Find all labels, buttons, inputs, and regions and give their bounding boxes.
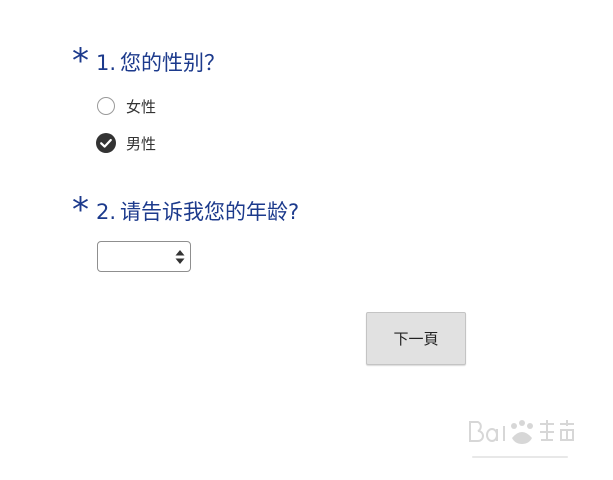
option-male[interactable]: 男性	[96, 131, 156, 155]
option-male-label[interactable]: 男性	[126, 133, 156, 154]
question-1-number: 1.	[96, 51, 117, 75]
question-2-number: 2.	[96, 200, 117, 224]
required-asterisk: *	[72, 41, 89, 81]
option-female[interactable]: 女性	[97, 94, 156, 118]
question-1-text: 您的性别？	[120, 51, 226, 75]
required-asterisk: *	[72, 190, 89, 230]
radio-unchecked-icon[interactable]	[97, 97, 115, 115]
next-page-button[interactable]: 下一頁	[366, 312, 466, 365]
age-select[interactable]	[97, 241, 191, 272]
option-female-label[interactable]: 女性	[126, 96, 156, 117]
spinner-arrows-icon[interactable]	[175, 249, 185, 265]
gender-options: 女性 男性	[96, 94, 156, 168]
question-1: * 1. 您的性别？ 女性 男性	[72, 41, 226, 153]
baidu-watermark-logo	[469, 420, 574, 458]
question-1-title: * 1. 您的性别？	[72, 41, 226, 81]
question-2-text: 请告诉我您的年龄?	[120, 200, 300, 224]
question-2-title: * 2. 请告诉我您的年龄?	[72, 190, 300, 230]
question-2: * 2. 请告诉我您的年龄?	[72, 190, 300, 272]
radio-checked-icon[interactable]	[96, 133, 116, 153]
